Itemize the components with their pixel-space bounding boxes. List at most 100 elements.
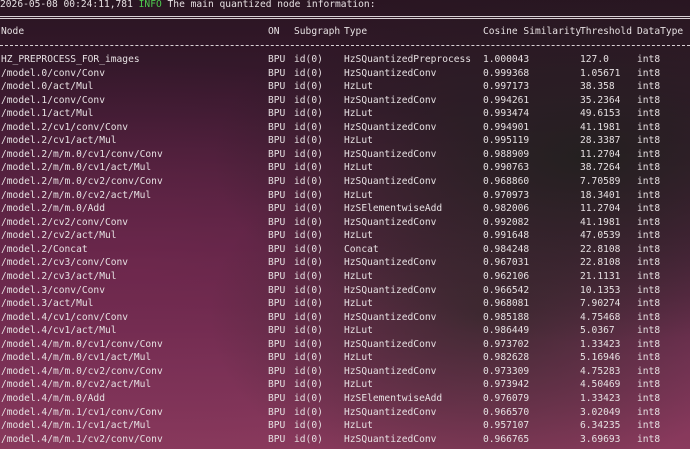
cell-threshold: 41.1981 xyxy=(580,121,621,133)
cell-type: HzLut xyxy=(344,420,373,432)
cell-subgraph: id(0) xyxy=(294,284,323,296)
cell-subgraph: id(0) xyxy=(294,176,323,188)
cell-threshold: 1.33423 xyxy=(580,393,621,404)
cell-type: HzLut xyxy=(344,270,373,282)
cell-subgraph: id(0) xyxy=(294,54,323,65)
cell-cosine-similarity: 0.994901 xyxy=(483,121,530,133)
cell-threshold: 3.69693 xyxy=(580,433,621,445)
cell-type: HzSQuantizedConv xyxy=(344,257,437,269)
header-type: Type xyxy=(344,26,368,37)
cell-on: BPU xyxy=(268,365,286,377)
cell-type: HzSQuantizedConv xyxy=(344,67,437,79)
cell-subgraph: id(0) xyxy=(294,230,323,242)
cell-threshold: 41.1981 xyxy=(580,216,621,228)
table-row: /model.1/act/Mul BPU id(0) HzLut 0.993474 49.… xyxy=(0,107,690,121)
table-row: /model.4/m/m.0/cv1/act/Mul BPU id(0) HzLut 0… xyxy=(0,351,690,365)
cell-datatype: int8 xyxy=(637,406,661,418)
cell-type: HzLut xyxy=(344,81,373,93)
cell-threshold: 28.3387 xyxy=(580,135,621,147)
cell-on: BPU xyxy=(268,298,286,310)
cell-threshold: 10.1353 xyxy=(580,284,621,296)
cell-node: /model.3/act/Mul xyxy=(1,298,94,310)
cell-cosine-similarity: 0.993474 xyxy=(483,108,530,120)
table-row: /model.2/cv2/conv/Conv BPU id(0) HzSQuantiz… xyxy=(0,216,690,230)
cell-node: /model.3/conv/Conv xyxy=(1,284,105,296)
cell-node: /model.4/m/m.1/cv1/act/Mul xyxy=(1,420,152,432)
cell-cosine-similarity: 0.988909 xyxy=(483,148,530,160)
cell-datatype: int8 xyxy=(637,108,661,120)
cell-threshold: 3.02049 xyxy=(580,406,621,418)
cell-datatype: int8 xyxy=(637,420,661,432)
cell-node: /model.1/act/Mul xyxy=(1,108,94,120)
cell-subgraph: id(0) xyxy=(294,352,323,364)
cell-cosine-similarity: 0.995119 xyxy=(483,135,530,147)
cell-type: HzSQuantizedConv xyxy=(344,338,437,350)
cell-threshold: 35.2364 xyxy=(580,94,621,106)
cell-datatype: int8 xyxy=(637,121,661,133)
cell-subgraph: id(0) xyxy=(294,81,323,93)
cell-cosine-similarity: 0.967031 xyxy=(483,257,530,269)
cell-on: BPU xyxy=(268,433,286,445)
cell-on: BPU xyxy=(268,216,286,228)
cell-threshold: 38.7264 xyxy=(580,162,621,174)
cell-subgraph: id(0) xyxy=(294,243,323,255)
cell-datatype: int8 xyxy=(637,81,661,93)
cell-subgraph: id(0) xyxy=(294,325,323,337)
cell-datatype: int8 xyxy=(637,298,661,310)
cell-datatype: int8 xyxy=(637,162,661,174)
cell-node: /model.2/cv2/conv/Conv xyxy=(1,216,129,228)
cell-cosine-similarity: 0.992082 xyxy=(483,216,530,228)
cell-subgraph: id(0) xyxy=(294,393,323,404)
cell-cosine-similarity: 0.984248 xyxy=(483,243,530,255)
cell-type: HzSQuantizedConv xyxy=(344,406,437,418)
cell-threshold: 4.50469 xyxy=(580,379,621,391)
terminal-window[interactable]: 2026-05-08 00:24:11,781 INFO The main qu… xyxy=(0,0,690,449)
cell-cosine-similarity: 0.973942 xyxy=(483,379,530,391)
cell-threshold: 22.8108 xyxy=(580,257,621,269)
cell-datatype: int8 xyxy=(637,243,661,255)
cell-cosine-similarity: 1.000043 xyxy=(483,54,530,65)
cell-type: HzSQuantizedConv xyxy=(344,284,437,296)
cell-on: BPU xyxy=(268,135,286,147)
cell-subgraph: id(0) xyxy=(294,338,323,350)
cell-threshold: 127.0 xyxy=(580,54,609,65)
header-on: ON xyxy=(268,26,280,37)
table-row: /model.4/cv1/conv/Conv BPU id(0) HzSQuantiz… xyxy=(0,311,690,325)
cell-cosine-similarity: 0.962106 xyxy=(483,270,530,282)
log-level: INFO xyxy=(138,0,162,10)
table-row: /model.0/act/Mul BPU id(0) HzLut 0.997173 38.… xyxy=(0,80,690,94)
cell-subgraph: id(0) xyxy=(294,433,323,445)
cell-threshold: 5.0367 xyxy=(580,325,615,337)
cell-cosine-similarity: 0.957107 xyxy=(483,420,530,432)
cell-subgraph: id(0) xyxy=(294,94,323,106)
cell-node: HZ_PREPROCESS_FOR_images xyxy=(1,54,140,65)
cell-cosine-similarity: 0.966765 xyxy=(483,433,530,445)
cell-cosine-similarity: 0.985188 xyxy=(483,311,530,323)
cell-node: /model.4/cv1/act/Mul xyxy=(1,325,117,337)
cell-type: HzLut xyxy=(344,108,373,120)
cell-threshold: 21.1131 xyxy=(580,270,621,282)
cell-type: HzSQuantizedConv xyxy=(344,176,437,188)
header-separator xyxy=(0,45,690,46)
log-timestamp: 2026-05-08 00:24:11,781 xyxy=(0,0,133,10)
cell-cosine-similarity: 0.968081 xyxy=(483,298,530,310)
cell-subgraph: id(0) xyxy=(294,67,323,79)
cell-node: /model.2/m/m.0/cv1/conv/Conv xyxy=(1,148,163,160)
cell-type: HzSQuantizedConv xyxy=(344,148,437,160)
cell-on: BPU xyxy=(268,148,286,160)
cell-node: /model.2/cv1/conv/Conv xyxy=(1,121,129,133)
cell-subgraph: id(0) xyxy=(294,135,323,147)
table-row: /model.2/cv3/act/Mul BPU id(0) HzLut 0.96210… xyxy=(0,270,690,284)
cell-datatype: int8 xyxy=(637,257,661,269)
cell-on: BPU xyxy=(268,121,286,133)
cell-datatype: int8 xyxy=(637,54,661,65)
cell-cosine-similarity: 0.990763 xyxy=(483,162,530,174)
cell-datatype: int8 xyxy=(637,67,661,79)
cell-datatype: int8 xyxy=(637,189,661,201)
table-row: /model.2/m/m.0/cv2/act/Mul BPU id(0) HzLut 0… xyxy=(0,189,690,203)
cell-on: BPU xyxy=(268,393,286,404)
cell-type: HzSElementwiseAdd xyxy=(344,203,443,215)
cell-on: BPU xyxy=(268,284,286,296)
cell-node: /model.0/conv/Conv xyxy=(1,67,105,79)
table-row: /model.2/cv1/act/Mul BPU id(0) HzLut 0.99511… xyxy=(0,134,690,148)
